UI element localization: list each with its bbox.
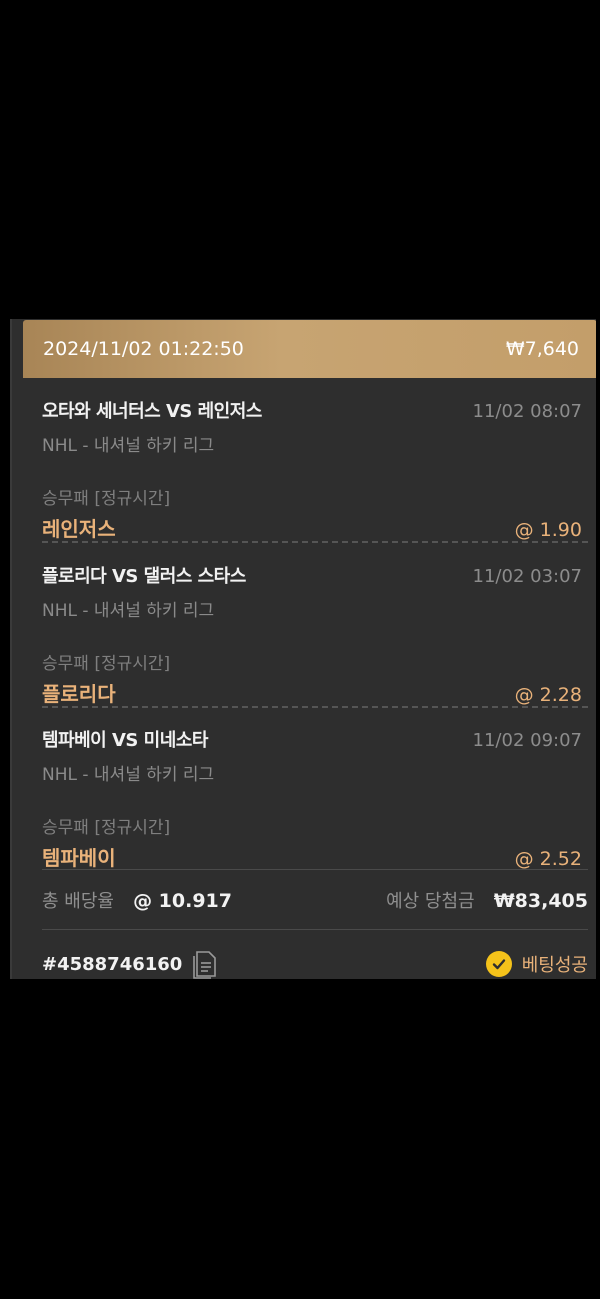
ticket-id: #4588746160 <box>42 953 183 975</box>
match-time: 11/02 09:07 <box>472 730 582 751</box>
document-copy-icon[interactable] <box>192 949 218 979</box>
pick-odds: @ 2.52 <box>514 848 582 870</box>
total-odds-value: @ 10.917 <box>133 890 232 912</box>
market-type: 승무패 [정규시간] <box>42 818 171 838</box>
match-time: 11/02 08:07 <box>472 401 582 422</box>
match-title: 오타와 세너터스 VS 레인저스 <box>42 401 262 422</box>
selected-pick: 템파베이 <box>42 846 116 870</box>
slip-footer: #4588746160 베팅성공 <box>42 949 588 979</box>
market-type: 승무패 [정규시간] <box>42 654 171 674</box>
expected-win-value: ₩83,405 <box>493 890 588 912</box>
slip-summary: 총 배당율 @ 10.917 예상 당첨금 ₩83,405 <box>42 887 588 913</box>
pick-odds: @ 2.28 <box>514 684 582 706</box>
market-type: 승무패 [정규시간] <box>42 489 171 509</box>
footer-divider <box>42 929 588 930</box>
bet-item: 플로리다 VS 댈러스 스타스 11/02 03:07 NHL - 내셔널 하키… <box>42 562 582 707</box>
expected-win-label: 예상 당첨금 <box>386 891 475 912</box>
bet-divider <box>42 541 588 543</box>
match-title: 플로리다 VS 댈러스 스타스 <box>42 566 246 587</box>
check-circle-icon <box>485 951 512 977</box>
status-label: 베팅성공 <box>521 955 588 976</box>
slip-header: 2024/11/02 01:22:50 ₩7,640 <box>23 320 596 378</box>
bet-item: 템파베이 VS 미네소타 11/02 09:07 NHL - 내셔널 하키 리그… <box>42 726 582 871</box>
league-name: NHL - 내셔널 하키 리그 <box>42 601 215 621</box>
match-title: 템파베이 VS 미네소타 <box>42 730 208 751</box>
bet-divider <box>42 706 588 708</box>
summary-divider <box>42 869 588 870</box>
total-odds-label: 총 배당율 <box>42 891 114 912</box>
league-name: NHL - 내셔널 하키 리그 <box>42 436 215 456</box>
bet-slip-card: 2024/11/02 01:22:50 ₩7,640 오타와 세너터스 VS 레… <box>10 319 596 979</box>
bet-item: 오타와 세너터스 VS 레인저스 11/02 08:07 NHL - 내셔널 하… <box>42 397 582 542</box>
selected-pick: 플로리다 <box>42 682 116 706</box>
slip-stake: ₩7,640 <box>505 338 579 360</box>
match-time: 11/02 03:07 <box>472 566 582 587</box>
pick-odds: @ 1.90 <box>514 519 582 541</box>
bet-status: 베팅성공 <box>485 951 588 977</box>
slip-datetime: 2024/11/02 01:22:50 <box>43 338 244 360</box>
league-name: NHL - 내셔널 하키 리그 <box>42 765 215 785</box>
selected-pick: 레인저스 <box>42 517 116 541</box>
